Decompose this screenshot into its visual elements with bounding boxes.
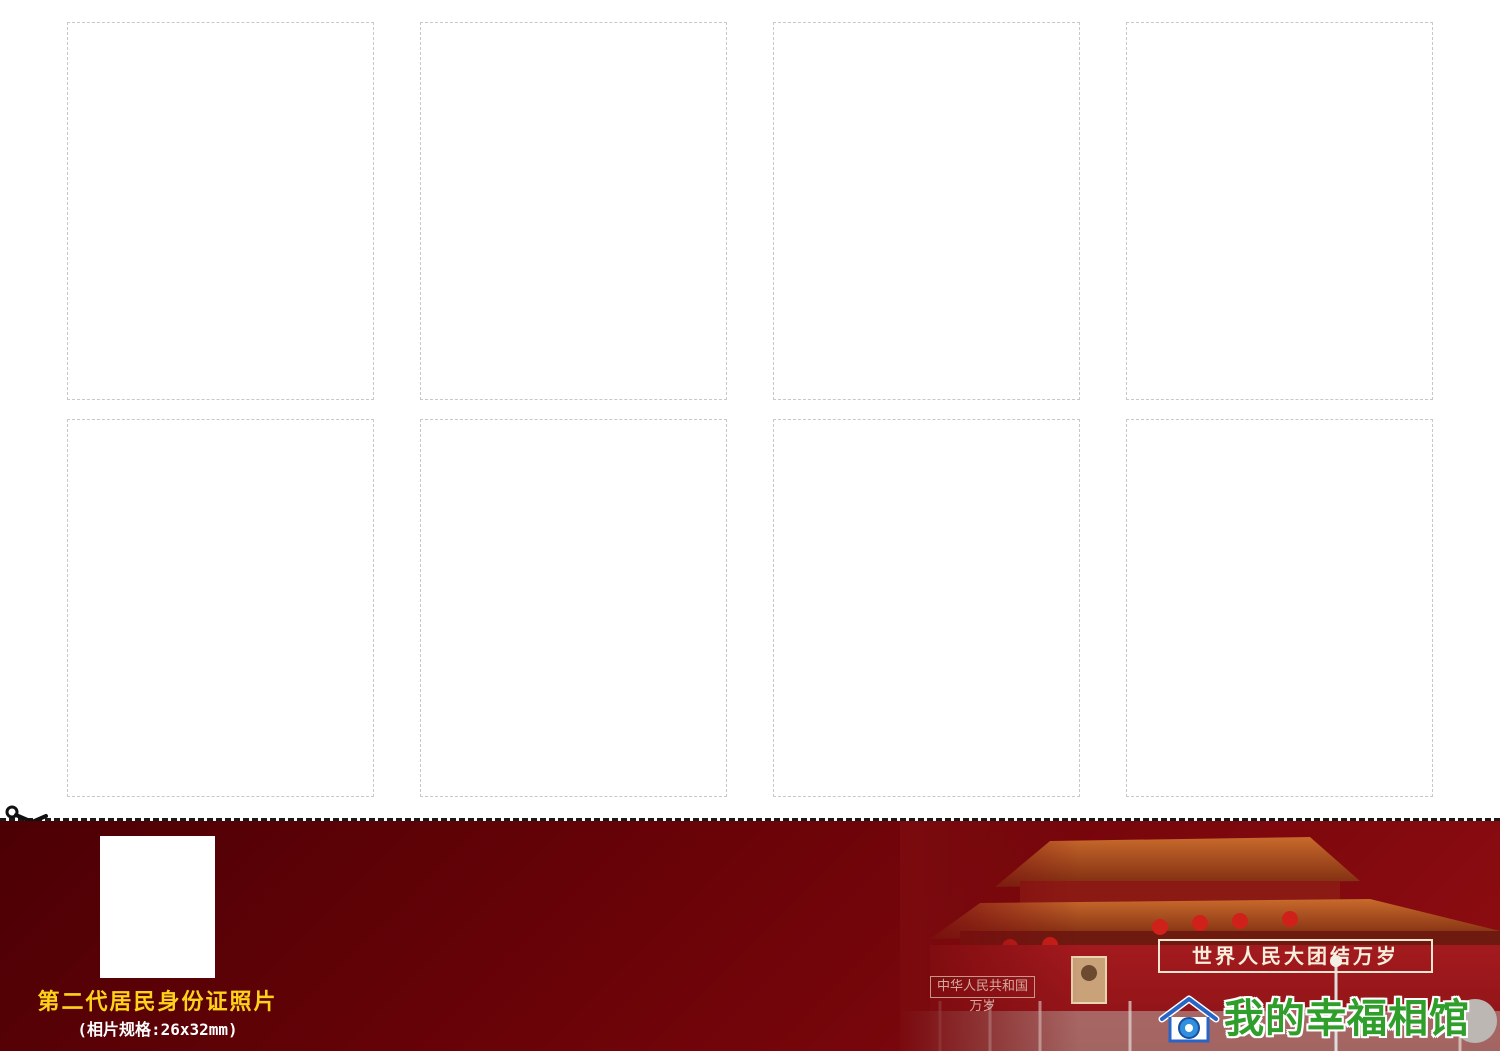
slogan-banner-left: 中华人民共和国万岁	[930, 976, 1035, 1014]
brand-name: 我的幸福相馆	[1224, 996, 1470, 1042]
photo-slot	[773, 419, 1080, 797]
house-camera-icon	[1158, 995, 1220, 1043]
caption-spec: (相片规格:26x32mm)	[77, 1020, 238, 1039]
photo-slot	[67, 419, 374, 797]
caption-title: 第二代居民身份证照片	[37, 990, 278, 1015]
photo-slot	[1126, 22, 1433, 400]
photo-slot	[773, 22, 1080, 400]
brand-logo: 我的幸福相馆	[1158, 991, 1488, 1047]
photo-slot	[420, 419, 727, 797]
sample-photo-placeholder	[100, 836, 215, 978]
photo-slot	[1126, 419, 1433, 797]
photo-slot	[67, 22, 374, 400]
photo-grid	[0, 0, 1500, 810]
footer-banner: 第二代居民身份证照片 (相片规格:26x32mm) 世界人民大团结万岁 中华人民…	[0, 821, 1500, 1051]
slogan-banner-right: 世界人民大团结万岁	[1158, 939, 1433, 973]
photo-slot	[420, 22, 727, 400]
